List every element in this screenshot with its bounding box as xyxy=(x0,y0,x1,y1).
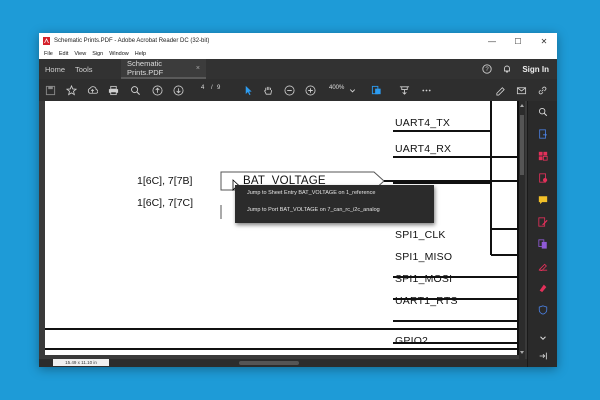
signal-uart4-rx: UART4_RX xyxy=(395,143,452,155)
menu-file[interactable]: File xyxy=(41,51,56,57)
acrobat-app-icon xyxy=(43,37,50,45)
page-fit-icon[interactable] xyxy=(369,83,383,97)
close-button[interactable]: ✕ xyxy=(531,33,557,49)
fill-sign-icon-2[interactable] xyxy=(536,281,550,295)
tab-bar-right: ? Sign In xyxy=(482,59,549,79)
signal-spi1-miso: SPI1_MISO xyxy=(395,251,453,263)
zoom-level[interactable]: 400% xyxy=(329,85,344,91)
menu-edit[interactable]: Edit xyxy=(56,51,71,57)
zoom-out-icon[interactable] xyxy=(282,83,296,97)
horizontal-scroll-thumb[interactable] xyxy=(239,361,299,365)
bookmark-star-icon[interactable] xyxy=(64,83,78,97)
export-pdf-icon[interactable] xyxy=(536,127,550,141)
print-icon[interactable] xyxy=(106,83,120,97)
schematic-lines xyxy=(45,101,519,355)
window-title: Schematic Prints.PDF - Adobe Acrobat Rea… xyxy=(54,38,210,44)
toolbar: 4 / 9 400% xyxy=(39,79,557,102)
upload-icon[interactable] xyxy=(85,83,99,97)
zoom-in-icon[interactable] xyxy=(303,83,317,97)
protect-icon[interactable] xyxy=(536,303,550,317)
sign-icon[interactable] xyxy=(493,83,507,97)
annotate-icon[interactable] xyxy=(397,83,411,97)
menu-sign[interactable]: Sign xyxy=(89,51,106,57)
page-separator: / xyxy=(211,85,213,91)
menu-view[interactable]: View xyxy=(71,51,89,57)
expand-panel-icon[interactable] xyxy=(536,349,550,363)
page-size-label: 15.49 x 11.10 in xyxy=(53,359,109,366)
vertical-scrollbar[interactable] xyxy=(519,101,525,359)
zoom-dropdown-icon[interactable] xyxy=(345,83,359,97)
page-down-icon[interactable] xyxy=(171,83,185,97)
search-icon[interactable] xyxy=(536,105,550,119)
help-icon[interactable]: ? xyxy=(482,64,492,74)
tab-document[interactable]: Schematic Prints.PDF × xyxy=(121,59,206,79)
fill-sign-icon[interactable] xyxy=(536,259,550,273)
pdf-page: UART4_TX UART4_RX BAT_VOLTAGE 1[6C], 7[7… xyxy=(45,101,519,355)
tools-pane xyxy=(527,101,557,367)
email-icon[interactable] xyxy=(514,83,528,97)
sign-in-button[interactable]: Sign In xyxy=(522,65,549,74)
chevron-down-icon[interactable] xyxy=(536,331,550,345)
document-area: UART4_TX UART4_RX BAT_VOLTAGE 1[6C], 7[7… xyxy=(39,101,527,359)
current-page-input[interactable]: 4 xyxy=(201,85,204,91)
tab-bar: Home Tools Schematic Prints.PDF × ? Sign… xyxy=(39,59,557,79)
bell-icon[interactable] xyxy=(502,64,512,74)
comment-icon[interactable] xyxy=(536,193,550,207)
hand-icon[interactable] xyxy=(261,83,275,97)
ref-bat-voltage-2[interactable]: 1[6C], 7[7C] xyxy=(137,197,193,209)
edit-pdf-icon[interactable] xyxy=(536,215,550,229)
maximize-button[interactable]: ☐ xyxy=(505,33,531,49)
link-icon[interactable] xyxy=(535,83,549,97)
signal-uart4-tx: UART4_TX xyxy=(395,117,451,129)
more-icon[interactable] xyxy=(419,83,433,97)
signal-spi1-mosi: SPI1_MOSI xyxy=(395,273,453,285)
page-up-icon[interactable] xyxy=(150,83,164,97)
title-bar: Schematic Prints.PDF - Adobe Acrobat Rea… xyxy=(39,33,557,49)
organize-pages-icon[interactable] xyxy=(536,149,550,163)
ref-bat-voltage-1[interactable]: 1[6C], 7[7B] xyxy=(137,175,192,187)
menu-item-jump-port[interactable]: Jump to Port BAT_VOLTAGE on 7_can_rc_i2c… xyxy=(235,202,434,219)
menu-window[interactable]: Window xyxy=(106,51,132,57)
select-cursor-icon[interactable] xyxy=(241,83,255,97)
tab-document-label: Schematic Prints.PDF xyxy=(127,59,164,77)
combine-files-icon[interactable] xyxy=(536,237,550,251)
search-icon[interactable] xyxy=(128,83,142,97)
acrobat-window: Schematic Prints.PDF - Adobe Acrobat Rea… xyxy=(39,33,557,367)
tab-close-button[interactable]: × xyxy=(196,65,200,72)
context-menu: Jump to Sheet Entry BAT_VOLTAGE on 1_ref… xyxy=(235,185,434,223)
tab-home[interactable]: Home xyxy=(45,65,75,74)
minimize-button[interactable]: — xyxy=(479,33,505,49)
save-icon[interactable] xyxy=(43,83,57,97)
menu-item-jump-sheet-entry[interactable]: Jump to Sheet Entry BAT_VOLTAGE on 1_ref… xyxy=(235,185,434,202)
signal-gpio2: GPIO2 xyxy=(395,335,429,347)
signal-spi1-clk: SPI1_CLK xyxy=(395,229,446,241)
signal-uart1-rts: UART1_RTS xyxy=(395,295,458,307)
create-pdf-icon[interactable] xyxy=(536,171,550,185)
svg-text:?: ? xyxy=(486,67,490,73)
menu-help[interactable]: Help xyxy=(132,51,149,57)
menu-bar: File Edit View Sign Window Help xyxy=(39,49,557,59)
tab-tools[interactable]: Tools xyxy=(75,65,115,74)
total-pages: 9 xyxy=(217,85,221,91)
